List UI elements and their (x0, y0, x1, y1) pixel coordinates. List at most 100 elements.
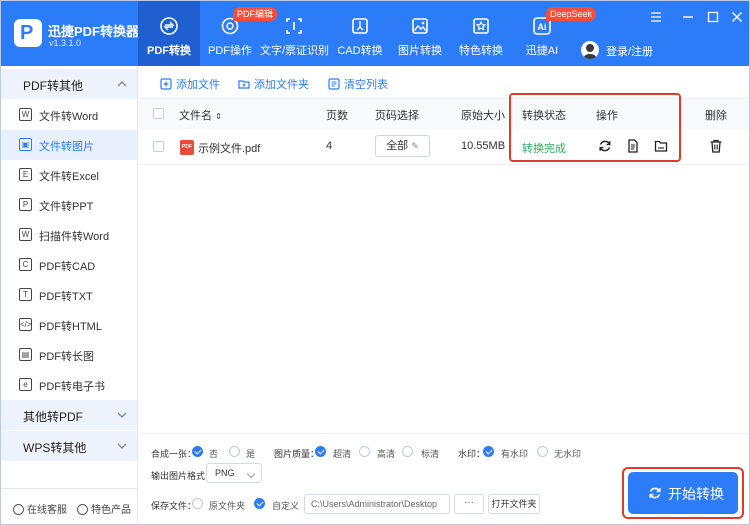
page-select-button[interactable]: 全部 ✎ (375, 135, 430, 157)
sidebar-item-label: 文件转Word (39, 111, 99, 123)
row-checkbox[interactable] (153, 141, 164, 152)
sidebar-item-html[interactable]: </> PDF转HTML (1, 310, 137, 340)
group-wps-to-other[interactable]: WPS转其他 (1, 431, 137, 461)
tab-label: PDF转换 (147, 45, 191, 57)
watermark-yes-radio[interactable] (483, 446, 494, 457)
header-delete: 删除 (705, 110, 727, 122)
header-page-select: 页码选择 (375, 110, 419, 122)
quality-label: 图片质量： (274, 449, 320, 459)
watermark-no-label: 无水印 (554, 449, 582, 459)
tab-ocr[interactable]: 文字/票证识别 (260, 1, 330, 66)
user-icon (583, 44, 597, 59)
sidebar-item-scan-word[interactable]: W 扫描件转Word (1, 220, 137, 250)
save-label: 保存文件： (151, 501, 197, 511)
close-icon[interactable] (730, 10, 744, 24)
menu-icon[interactable] (649, 10, 663, 24)
format-label: 输出图片格式： (151, 471, 215, 481)
quality-high-radio[interactable] (359, 446, 370, 457)
watermark-yes-label: 有水印 (501, 449, 529, 459)
sidebar-item-label: 文件转图片 (39, 141, 94, 153)
quality-ultra-radio[interactable] (315, 446, 326, 457)
tab-label: 文字/票证识别 (260, 45, 330, 57)
tab-pdf-convert[interactable]: PDF转换 (138, 1, 200, 66)
clear-list-icon (328, 78, 340, 90)
ebook-icon: e (19, 378, 32, 391)
group-other-to-pdf[interactable]: 其他转PDF (1, 400, 137, 430)
group-pdf-to-other[interactable]: PDF转其他 (1, 69, 137, 99)
watermark-no-radio[interactable] (537, 446, 548, 457)
sidebar-item-txt[interactable]: T PDF转TXT (1, 280, 137, 310)
tab-label: 迅捷AI (525, 45, 559, 57)
quality-standard-radio[interactable] (402, 446, 413, 457)
sidebar-item-ppt[interactable]: P 文件转PPT (1, 190, 137, 220)
start-convert-button[interactable]: 开始转换 (628, 472, 738, 514)
add-file-button[interactable]: 添加文件 (160, 76, 220, 92)
avatar[interactable] (581, 41, 599, 59)
online-service-link[interactable]: 在线客服 (13, 501, 67, 516)
image-icon (412, 18, 428, 34)
group-title: 其他转PDF (23, 410, 84, 424)
deepseek-badge: DeepSeek (546, 7, 597, 21)
chevron-up-icon (117, 81, 127, 87)
tab-label: CAD转换 (337, 45, 383, 57)
header-pages: 页数 (326, 110, 348, 122)
sidebar-item-label: PDF转长图 (39, 351, 94, 363)
sort-icon: ⇕ (215, 112, 222, 121)
sidebar-item-cad[interactable]: C PDF转CAD (1, 250, 137, 280)
star-icon (473, 18, 489, 34)
merge-yes-label: 是 (246, 449, 256, 459)
sidebar-item-long-image[interactable]: ▤ PDF转长图 (1, 340, 137, 370)
delete-icon[interactable] (709, 139, 723, 153)
add-folder-icon (238, 80, 250, 89)
header-filename[interactable]: 文件名 ⇕ (179, 107, 222, 123)
open-folder-button[interactable]: 打开文件夹 (488, 494, 540, 514)
quality-high-label: 高清 (377, 449, 396, 459)
app-logo: P (14, 19, 42, 47)
clear-list-button[interactable]: 清空列表 (328, 76, 388, 92)
header-size: 原始大小 (461, 110, 505, 122)
maximize-icon[interactable] (706, 10, 720, 24)
select-all-checkbox[interactable] (153, 108, 164, 119)
save-original-radio[interactable] (192, 498, 203, 509)
merge-yes-radio[interactable] (229, 446, 240, 457)
long-image-icon: ▤ (19, 348, 32, 361)
tab-special[interactable]: 特色转换 (452, 1, 510, 66)
watermark-label: 水印： (458, 449, 486, 459)
group-title: WPS转其他 (23, 441, 87, 455)
top-bar: P 迅捷PDF转换器 v1.3.1.0 PDF转换 PDF操作 PDF编辑 文字… (1, 1, 749, 66)
sidebar-item-excel[interactable]: E 文件转Excel (1, 160, 137, 190)
scan-icon: W (19, 228, 32, 241)
format-select[interactable]: PNG (206, 463, 262, 483)
quality-ultra-label: 超清 (333, 449, 352, 459)
html-icon: </> (19, 318, 32, 331)
login-link[interactable]: 登录/注册 (606, 43, 653, 59)
tab-image[interactable]: 图片转换 (392, 1, 448, 66)
sidebar-item-word[interactable]: W 文件转Word (1, 100, 137, 130)
sidebar-item-label: PDF转电子书 (39, 381, 105, 393)
featured-products-link[interactable]: 特色产品 (77, 501, 131, 516)
save-custom-label: 自定义 (272, 501, 300, 511)
merge-no-radio[interactable] (192, 446, 203, 457)
cad-icon: C (19, 258, 32, 271)
tab-label: 特色转换 (459, 45, 503, 57)
app-window: P 迅捷PDF转换器 v1.3.1.0 PDF转换 PDF操作 PDF编辑 文字… (0, 0, 750, 525)
file-size: 10.55MB (461, 140, 506, 152)
edit-icon: ✎ (411, 141, 419, 151)
add-folder-button[interactable]: 添加文件夹 (238, 76, 309, 92)
txt-icon: T (19, 288, 32, 301)
page-count: 4 (326, 140, 333, 152)
sidebar-item-image[interactable]: ▣ 文件转图片 (1, 130, 137, 160)
convert-icon (160, 17, 178, 35)
minimize-icon[interactable] (681, 10, 695, 24)
chevron-down-icon (246, 469, 256, 479)
sidebar-item-label: PDF转HTML (39, 321, 102, 333)
save-path-input[interactable] (304, 494, 450, 514)
sidebar-item-ebook[interactable]: e PDF转电子书 (1, 370, 137, 400)
browse-button[interactable]: ··· (454, 494, 484, 514)
app-version: v1.3.1.0 (49, 38, 82, 48)
save-custom-radio[interactable] (254, 498, 265, 509)
sidebar-item-label: PDF转CAD (39, 261, 96, 273)
start-button-label: 开始转换 (668, 486, 724, 502)
tab-cad[interactable]: CAD转换 (332, 1, 388, 66)
ocr-icon (286, 18, 302, 34)
